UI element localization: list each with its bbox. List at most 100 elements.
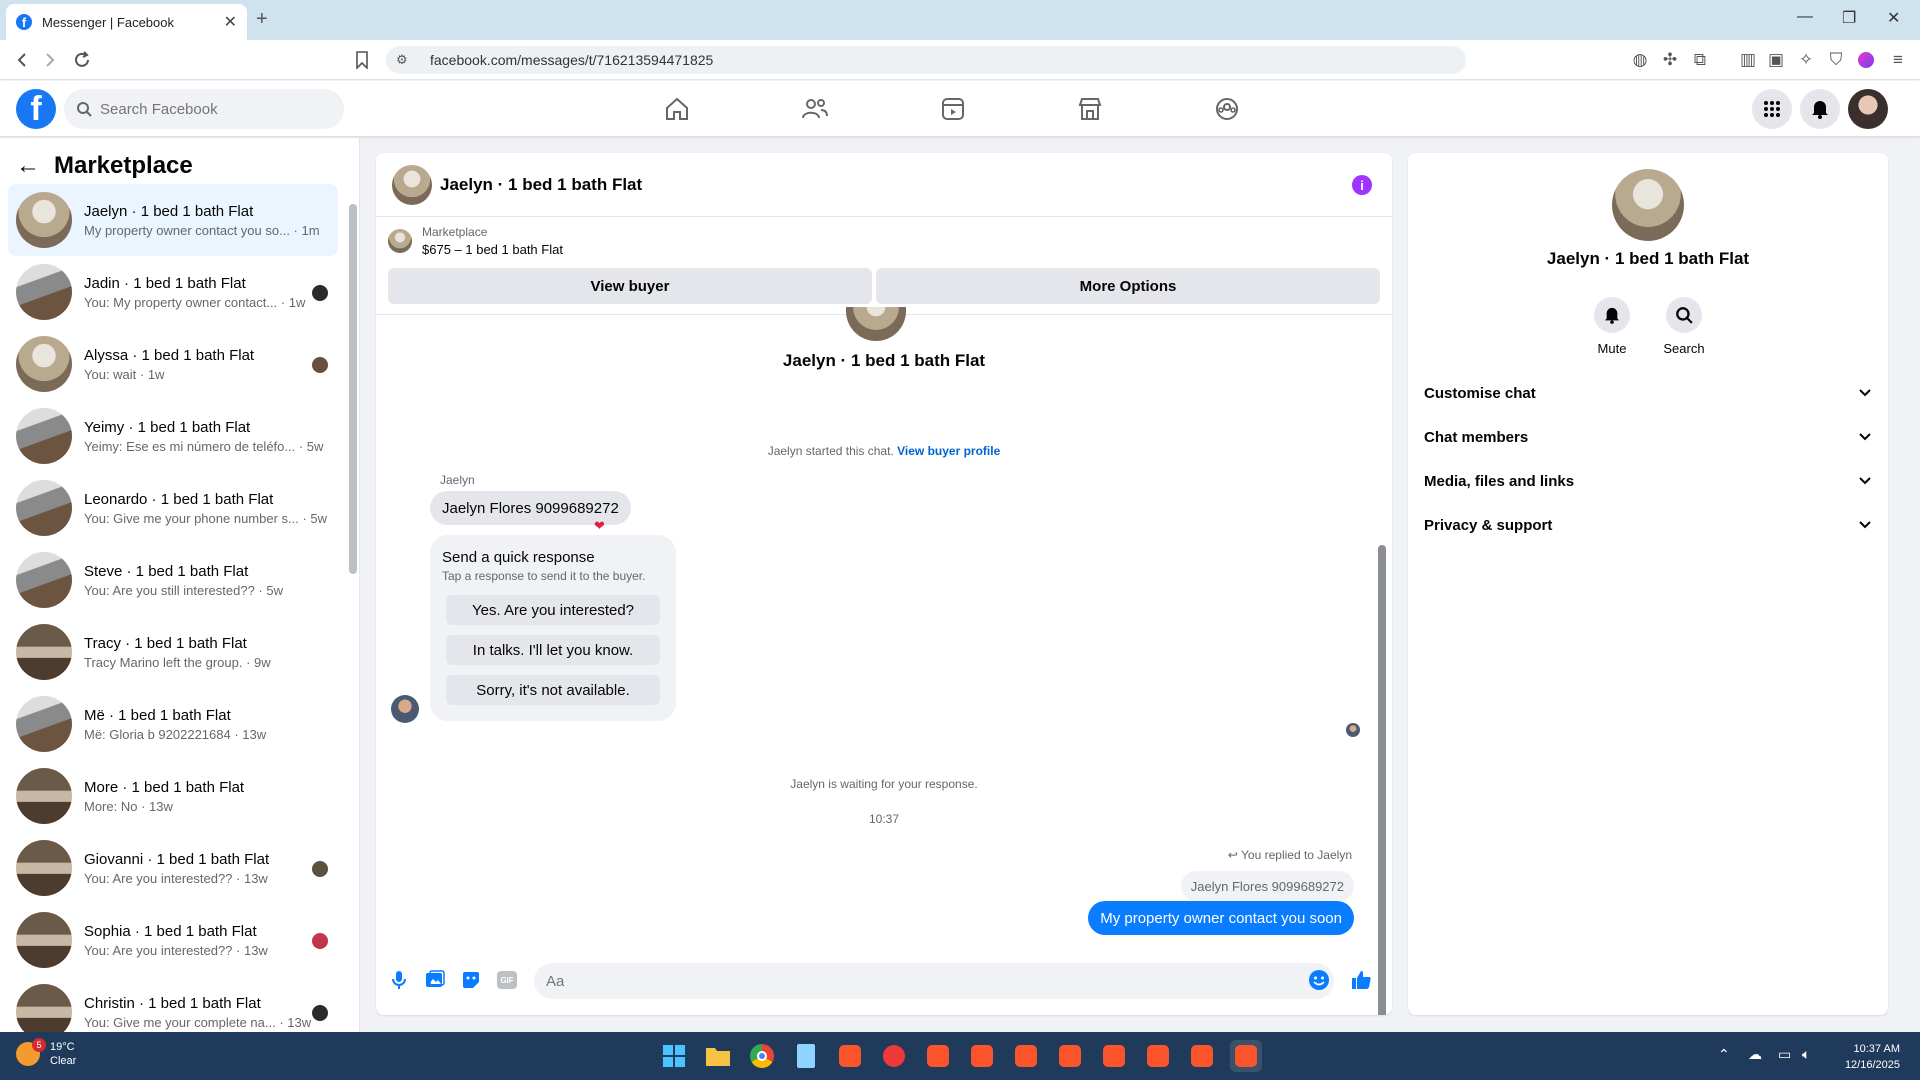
info-icon[interactable]: i bbox=[1352, 175, 1372, 195]
brave-taskbar-icon-active[interactable] bbox=[1230, 1040, 1262, 1072]
brave-taskbar-icon[interactable] bbox=[1010, 1040, 1042, 1072]
close-window-icon[interactable]: ✕ bbox=[1887, 8, 1900, 28]
brave-taskbar-icon[interactable] bbox=[1186, 1040, 1218, 1072]
browser-tabstrip: f Messenger | Facebook ✕ + — ❐ ✕ bbox=[0, 0, 1920, 40]
listing-summary[interactable]: Marketplace $675 – 1 bed 1 bath Flat bbox=[388, 225, 563, 257]
chat-name: Giovanni · 1 bed 1 bath Flat bbox=[84, 850, 270, 868]
marketplace-tab[interactable] bbox=[1035, 89, 1145, 129]
privacy-support-row[interactable]: Privacy & support bbox=[1424, 507, 1872, 543]
file-explorer-icon[interactable] bbox=[702, 1040, 734, 1072]
mute-action[interactable]: Mute bbox=[1582, 297, 1642, 356]
search-input[interactable] bbox=[100, 100, 320, 118]
quick-reply-button[interactable]: In talks. I'll let you know. bbox=[446, 635, 660, 665]
facebook-search[interactable] bbox=[64, 89, 344, 129]
facebook-top-nav: f bbox=[0, 81, 1920, 137]
close-tab-icon[interactable]: ✕ bbox=[224, 12, 237, 32]
chat-list-scrollbar[interactable] bbox=[349, 204, 357, 574]
gaming-tab[interactable] bbox=[1172, 89, 1282, 129]
system-clock[interactable]: 10:37 AM 12/16/2025 bbox=[1845, 1041, 1900, 1073]
vivaldi-icon[interactable] bbox=[878, 1040, 910, 1072]
search-action[interactable]: Search bbox=[1654, 297, 1714, 356]
network-icon[interactable]: ▭ bbox=[1778, 1046, 1791, 1063]
friends-tab[interactable] bbox=[760, 89, 870, 129]
chat-item[interactable]: Leonardo · 1 bed 1 bath Flat You: Give me… bbox=[8, 472, 338, 544]
sidebar-icon[interactable]: ▥ bbox=[1736, 48, 1760, 72]
brave-taskbar-icon[interactable] bbox=[1098, 1040, 1130, 1072]
notepad-icon[interactable] bbox=[790, 1040, 822, 1072]
weather-widget[interactable]: 5 19°C Clear bbox=[16, 1038, 76, 1068]
customise-chat-row[interactable]: Customise chat bbox=[1424, 375, 1872, 411]
minimize-icon[interactable]: — bbox=[1797, 8, 1813, 26]
restore-icon[interactable]: ❐ bbox=[1842, 8, 1856, 28]
profile-icon[interactable] bbox=[1854, 48, 1878, 72]
chat-item[interactable]: More · 1 bed 1 bath Flat More: No · 13w bbox=[8, 760, 338, 832]
menu-icon[interactable]: ≡ bbox=[1886, 48, 1910, 72]
chat-preview: You: wait · 1w bbox=[84, 366, 165, 382]
chrome-icon[interactable] bbox=[746, 1040, 778, 1072]
microphone-icon[interactable] bbox=[388, 969, 410, 991]
chat-item[interactable]: Jaelyn · 1 bed 1 bath Flat My property ow… bbox=[8, 184, 338, 256]
clock-time: 10:37 AM bbox=[1853, 1043, 1900, 1055]
chat-item[interactable]: Sophia · 1 bed 1 bath Flat You: Are you i… bbox=[8, 904, 338, 976]
profile-avatar[interactable] bbox=[1612, 169, 1684, 241]
start-icon[interactable] bbox=[658, 1040, 690, 1072]
conversation-avatar[interactable] bbox=[392, 164, 432, 205]
extension-status-icon[interactable]: ◍ bbox=[1628, 48, 1652, 72]
sticker-icon[interactable] bbox=[460, 969, 482, 991]
brave-taskbar-icon[interactable] bbox=[966, 1040, 998, 1072]
media-files-links-row[interactable]: Media, files and links bbox=[1424, 463, 1872, 499]
address-bar[interactable]: ⚙ facebook.com/messages/t/71621359447182… bbox=[386, 46, 1466, 74]
brave-taskbar-icon[interactable] bbox=[1054, 1040, 1086, 1072]
menu-button[interactable] bbox=[1752, 89, 1792, 129]
facebook-logo-icon[interactable]: f bbox=[16, 89, 56, 129]
quoted-message[interactable]: Jaelyn Flores 9099689272 bbox=[1180, 871, 1354, 901]
brave-taskbar-icon[interactable] bbox=[922, 1040, 954, 1072]
notifications-button[interactable] bbox=[1800, 89, 1840, 129]
site-settings-icon[interactable]: ⚙ bbox=[396, 52, 414, 68]
photo-icon[interactable] bbox=[424, 969, 446, 991]
like-thumb-icon[interactable] bbox=[1350, 969, 1372, 991]
onedrive-icon[interactable]: ☁ bbox=[1748, 1046, 1762, 1063]
view-buyer-button[interactable]: View buyer bbox=[388, 268, 872, 304]
vpn-icon[interactable]: ⛉ bbox=[1824, 48, 1848, 72]
outgoing-message-bubble[interactable]: My property owner contact you soon bbox=[1088, 901, 1354, 935]
chat-item[interactable]: Tracy · 1 bed 1 bath Flat Tracy Marino le… bbox=[8, 616, 338, 688]
extensions-icon[interactable]: ✣ bbox=[1658, 48, 1682, 72]
browser-tab[interactable]: f Messenger | Facebook ✕ bbox=[6, 4, 247, 40]
chat-item[interactable]: Më · 1 bed 1 bath Flat Më: Gloria b 92022… bbox=[8, 688, 338, 760]
chat-preview: You: Give me your complete na... · 13w bbox=[84, 1014, 312, 1030]
home-tab[interactable] bbox=[622, 89, 732, 129]
chat-item[interactable]: Steve · 1 bed 1 bath Flat You: Are you st… bbox=[8, 544, 338, 616]
show-hidden-icons-icon[interactable]: ⌃ bbox=[1718, 1046, 1730, 1063]
thread-scrollbar[interactable] bbox=[1378, 545, 1386, 1015]
back-arrow-icon[interactable]: ← bbox=[16, 152, 40, 180]
chat-item[interactable]: Alyssa · 1 bed 1 bath Flat You: wait · 1w bbox=[8, 328, 338, 400]
back-icon[interactable] bbox=[10, 48, 34, 72]
conversation-title[interactable]: Jaelyn · 1 bed 1 bath Flat bbox=[440, 175, 642, 195]
heart-reaction-icon[interactable]: ❤ bbox=[594, 518, 605, 534]
chat-item[interactable]: Giovanni · 1 bed 1 bath Flat You: Are you… bbox=[8, 832, 338, 904]
chat-item[interactable]: Jadin · 1 bed 1 bath Flat You: My propert… bbox=[8, 256, 338, 328]
message-input[interactable] bbox=[534, 963, 1334, 999]
section-label: Chat members bbox=[1424, 428, 1529, 446]
more-options-button[interactable]: More Options bbox=[876, 268, 1380, 304]
reload-icon[interactable] bbox=[70, 48, 94, 72]
view-buyer-profile-link[interactable]: View buyer profile bbox=[897, 444, 1000, 458]
chat-members-row[interactable]: Chat members bbox=[1424, 419, 1872, 455]
new-tab-icon[interactable]: + bbox=[256, 8, 268, 31]
wallet-icon[interactable]: ▣ bbox=[1764, 48, 1788, 72]
volume-icon[interactable]: 🔈︎ bbox=[1802, 1046, 1810, 1063]
brave-taskbar-icon[interactable] bbox=[1142, 1040, 1174, 1072]
account-avatar[interactable] bbox=[1848, 89, 1888, 129]
emoji-icon[interactable] bbox=[1308, 969, 1330, 991]
quick-reply-button[interactable]: Yes. Are you interested? bbox=[446, 595, 660, 625]
chat-item[interactable]: Yeimy · 1 bed 1 bath Flat Yeimy: Ese es m… bbox=[8, 400, 338, 472]
screenshot-icon[interactable]: ⧉ bbox=[1688, 48, 1712, 72]
leo-ai-icon[interactable]: ✧ bbox=[1794, 48, 1818, 72]
video-tab[interactable] bbox=[898, 89, 1008, 129]
gif-icon[interactable]: GIF bbox=[496, 969, 518, 991]
bookmark-icon[interactable] bbox=[350, 48, 374, 72]
forward-icon[interactable] bbox=[38, 48, 62, 72]
brave-taskbar-icon[interactable] bbox=[834, 1040, 866, 1072]
quick-reply-button[interactable]: Sorry, it's not available. bbox=[446, 675, 660, 705]
